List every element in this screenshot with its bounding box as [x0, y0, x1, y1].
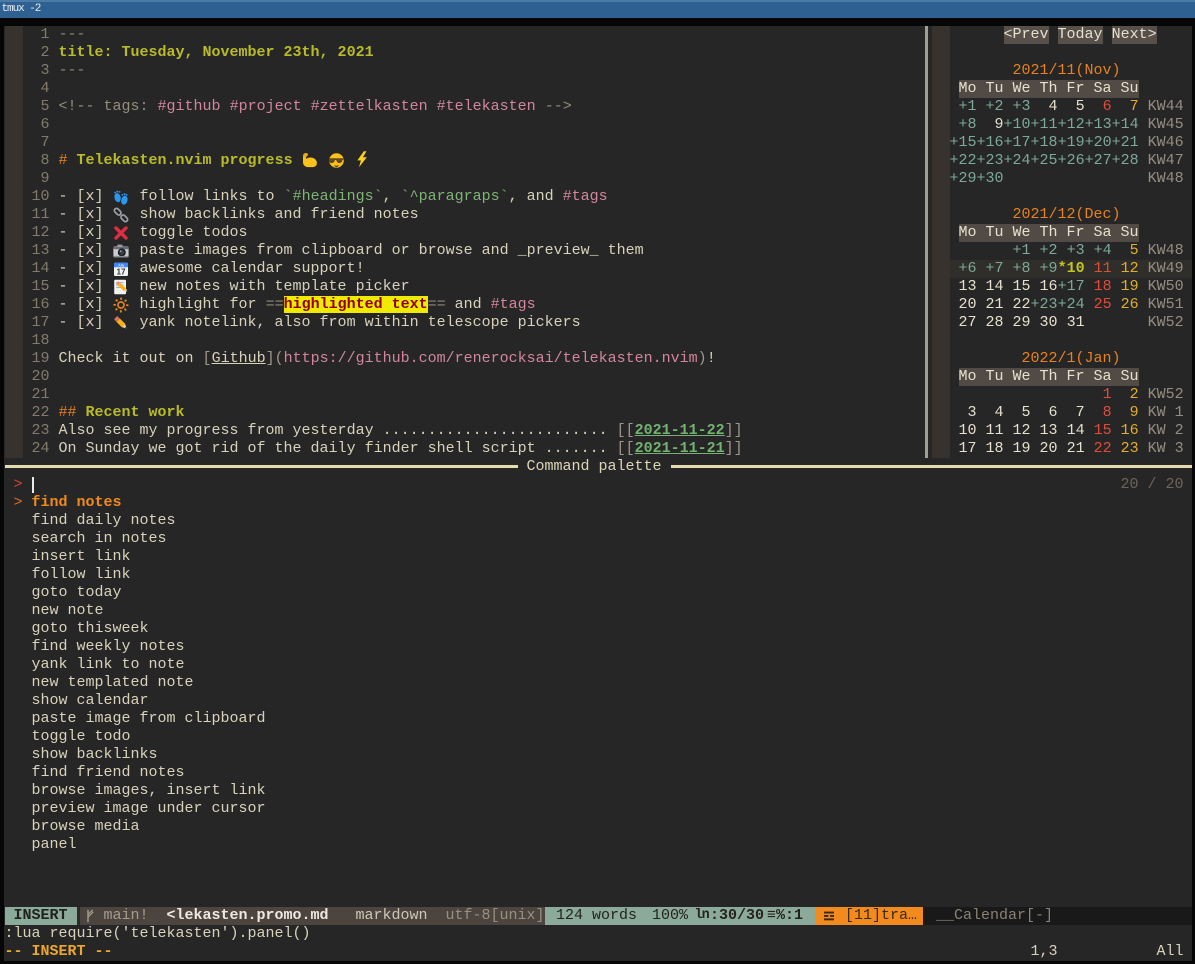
svg-text:17: 17 [116, 267, 126, 276]
